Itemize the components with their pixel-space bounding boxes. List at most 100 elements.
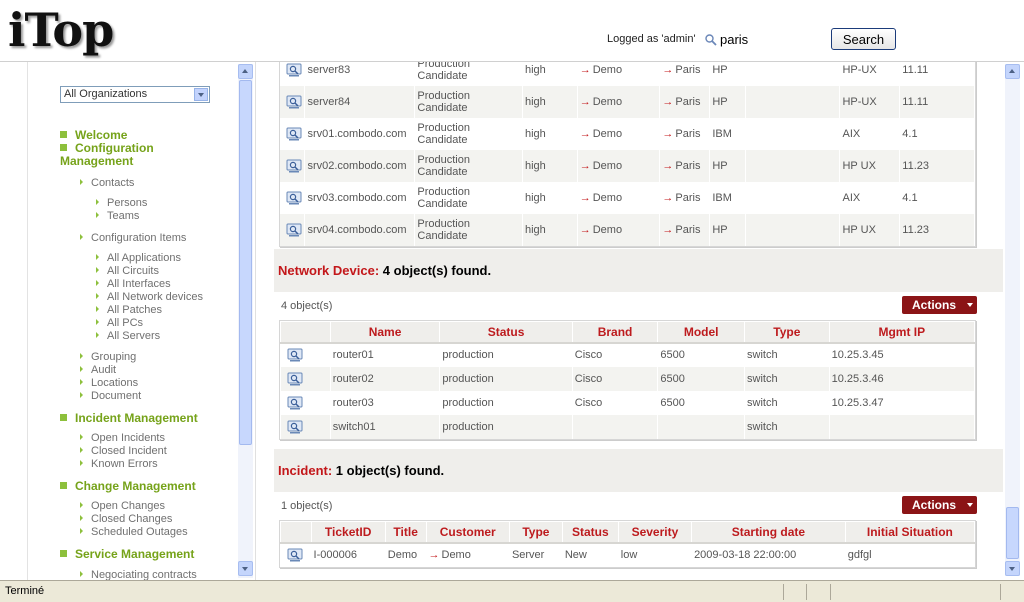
menu-all-applications[interactable]: All Applications [96,252,181,265]
row-details-cell[interactable] [280,366,331,391]
server-name[interactable]: srv04.combodo.com [304,214,416,246]
server-location[interactable]: → Paris [659,182,711,214]
column-header[interactable]: Customer [425,521,510,544]
menu-closed-incident[interactable]: Closed Incident [80,445,167,458]
menu-all-circuits[interactable]: All Circuits [96,265,159,278]
menu-scheduled-outages[interactable]: Scheduled Outages [80,526,188,539]
menu-all-patches[interactable]: All Patches [96,304,162,317]
network-actions-button[interactable]: Actions [902,296,977,314]
server-location[interactable]: → Paris [659,118,711,150]
details-icon[interactable] [286,159,302,173]
column-header[interactable]: Brand [571,321,659,344]
server-organization[interactable]: → Demo [577,214,661,246]
device-name[interactable]: router01 [330,342,441,367]
column-header[interactable]: Status [561,521,619,544]
server-location[interactable]: → Paris [659,86,711,118]
incident-actions-button[interactable]: Actions [902,496,977,514]
server-location[interactable]: → Paris [659,214,711,246]
column-header[interactable]: Mgmt IP [828,321,976,344]
menu-open-incidents[interactable]: Open Incidents [80,432,165,445]
row-details-cell[interactable] [280,62,306,86]
pane-splitter[interactable] [255,62,274,580]
server-name[interactable]: server84 [304,86,416,118]
device-name[interactable]: switch01 [330,414,441,439]
menu-contacts[interactable]: Contacts [80,177,134,190]
chevron-down-icon[interactable] [194,88,208,101]
column-header[interactable]: Status [439,321,573,344]
menu-configuration-management[interactable]: Configuration Management [60,142,154,168]
menu-document[interactable]: Document [80,390,141,403]
left-scrollbar-thumb[interactable] [239,80,252,445]
menu-all-network-devices[interactable]: All Network devices [96,291,203,304]
menu-teams[interactable]: Teams [96,210,139,223]
menu-audit[interactable]: Audit [80,364,116,377]
column-header[interactable]: Initial Situation [844,521,976,544]
column-header[interactable]: Model [657,321,745,344]
menu-all-servers[interactable]: All Servers [96,330,160,343]
server-organization[interactable]: → Demo [577,86,661,118]
menu-persons[interactable]: Persons [96,197,147,210]
details-icon[interactable] [286,63,302,77]
row-details-cell[interactable] [280,118,306,150]
menu-grouping[interactable]: Grouping [80,351,136,364]
column-header[interactable]: Starting date [691,521,846,544]
menu-closed-changes[interactable]: Closed Changes [80,513,172,526]
scroll-up-icon[interactable] [238,64,253,79]
menu-configuration-items[interactable]: Configuration Items [80,232,186,245]
row-details-cell[interactable] [280,342,331,367]
menu-service-management[interactable]: Service Management [60,548,194,561]
row-details-cell[interactable] [280,86,306,118]
main-scrollbar-thumb[interactable] [1006,507,1019,559]
menu-change-management[interactable]: Change Management [60,480,196,493]
details-icon[interactable] [287,396,303,410]
row-details-cell[interactable] [280,414,331,439]
incident-customer[interactable]: → Demo [426,542,510,567]
details-icon[interactable] [287,372,303,386]
menu-all-pcs[interactable]: All PCs [96,317,143,330]
server-organization[interactable]: → Demo [577,118,661,150]
menu-all-interfaces[interactable]: All Interfaces [96,278,171,291]
row-details-cell[interactable] [280,542,312,567]
menu-negociating-contracts[interactable]: Negociating contracts [80,569,197,580]
server-organization[interactable]: → Demo [577,62,661,86]
column-header[interactable]: Name [329,321,441,344]
server-name[interactable]: srv03.combodo.com [304,182,416,214]
row-details-cell[interactable] [280,390,331,415]
column-header[interactable]: Title [384,521,427,544]
menu-open-changes[interactable]: Open Changes [80,500,165,513]
column-header[interactable]: TicketID [310,521,386,544]
menu-locations[interactable]: Locations [80,377,138,390]
details-icon[interactable] [287,420,303,434]
server-location[interactable]: → Paris [659,150,711,182]
column-header[interactable]: Type [744,321,830,344]
incident-ticket-id[interactable]: I-000006 [311,542,386,567]
left-scrollbar[interactable] [238,64,253,578]
details-icon[interactable] [286,95,302,109]
server-name[interactable]: srv02.combodo.com [304,150,416,182]
details-icon[interactable] [286,127,302,141]
server-organization[interactable]: → Demo [577,150,661,182]
search-input[interactable] [720,32,825,47]
search-box[interactable] [701,30,827,49]
server-location[interactable]: → Paris [659,62,711,86]
organization-select[interactable]: All Organizations [60,86,210,103]
server-organization[interactable]: → Demo [577,182,661,214]
row-details-cell[interactable] [280,214,306,246]
server-name[interactable]: server83 [304,62,416,86]
server-name[interactable]: srv01.combodo.com [304,118,416,150]
column-header[interactable]: Type [508,521,563,544]
scroll-down-icon[interactable] [238,561,253,576]
itop-logo[interactable]: iTop [8,2,114,58]
details-icon[interactable] [286,223,302,237]
main-scrollbar[interactable] [1005,64,1020,576]
details-icon[interactable] [287,548,303,562]
menu-known-errors[interactable]: Known Errors [80,458,158,471]
search-button[interactable]: Search [831,28,896,50]
device-name[interactable]: router02 [330,366,441,391]
scroll-down-icon[interactable] [1005,561,1020,576]
column-header[interactable]: Severity [617,521,693,544]
details-icon[interactable] [286,191,302,205]
row-details-cell[interactable] [280,182,306,214]
details-icon[interactable] [287,348,303,362]
row-details-cell[interactable] [280,150,306,182]
